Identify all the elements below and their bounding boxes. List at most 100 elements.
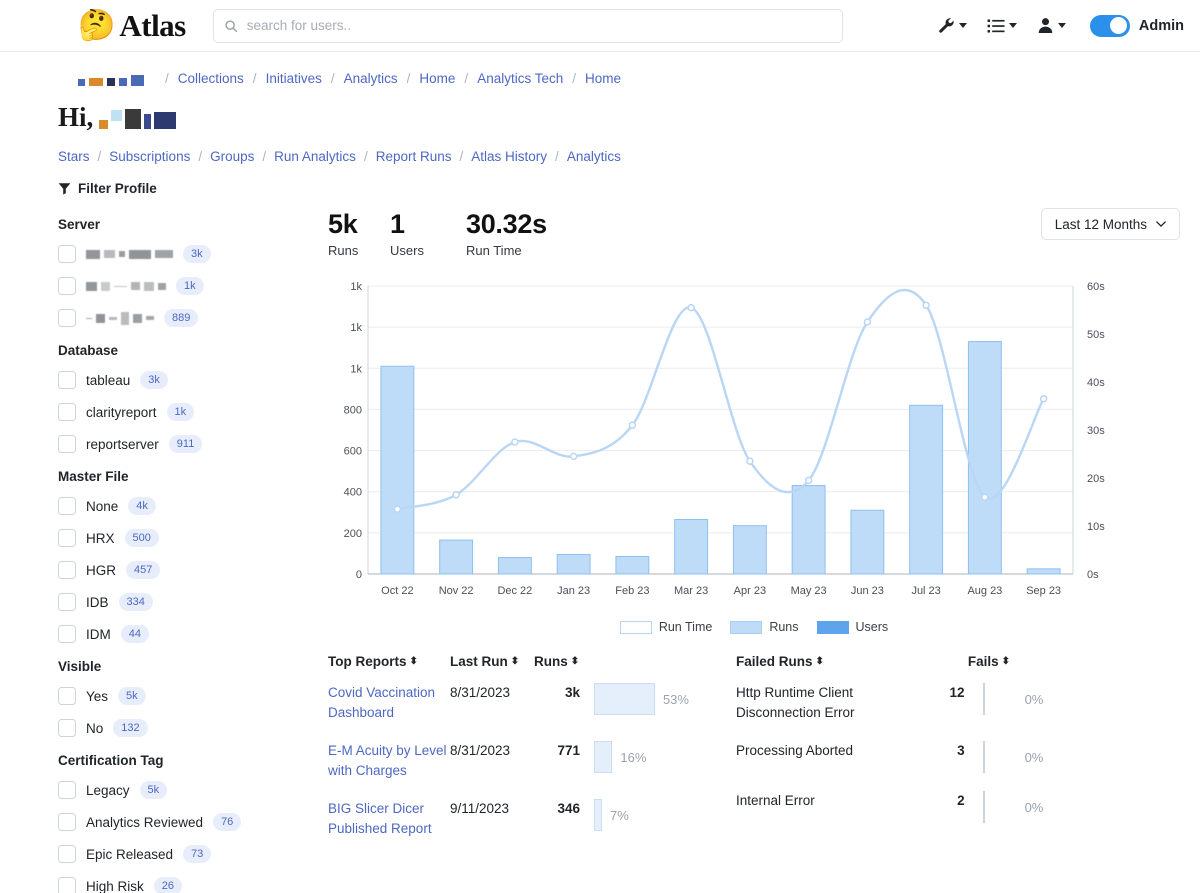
col-runs[interactable]: Runs ⬍: [534, 654, 580, 669]
stat-run-time: 30.32s Run Time: [466, 208, 626, 258]
chart-bar[interactable]: [733, 526, 766, 574]
chart-bar[interactable]: [440, 540, 473, 574]
col-fails[interactable]: Fails ⬍: [964, 654, 1010, 669]
filter-option[interactable]: 1k: [58, 270, 300, 302]
filter-checkbox[interactable]: [58, 529, 76, 547]
subnav-item-subscriptions[interactable]: Subscriptions: [109, 149, 190, 164]
chart-line-point[interactable]: [923, 302, 929, 308]
app-logo[interactable]: 🤔 Atlas: [78, 8, 186, 44]
report-name-link[interactable]: BIG Slicer Dicer Published Report: [328, 799, 450, 839]
filter-checkbox[interactable]: [58, 435, 76, 453]
subnav-item-report-runs[interactable]: Report Runs: [376, 149, 452, 164]
thinking-face-icon: 🤔: [78, 11, 115, 41]
breadcrumb-item-analytics[interactable]: Analytics: [344, 71, 398, 86]
chart-line-point[interactable]: [864, 319, 870, 325]
chevron-down-icon: [1009, 23, 1017, 28]
filter-checkbox[interactable]: [58, 719, 76, 737]
filter-checkbox[interactable]: [58, 687, 76, 705]
filter-option[interactable]: 3k: [58, 238, 300, 270]
filter-option[interactable]: Yes5k: [58, 680, 300, 712]
failed-runs-header-row: Failed Runs ⬍ Fails ⬍: [736, 654, 1066, 669]
chart-bar[interactable]: [498, 558, 531, 574]
breadcrumb-item-home[interactable]: Home: [585, 71, 621, 86]
breadcrumb-item-initiatives[interactable]: Initiatives: [266, 71, 322, 86]
chart-line-point[interactable]: [453, 492, 459, 498]
filter-option[interactable]: HRX500: [58, 522, 300, 554]
filter-checkbox[interactable]: [58, 561, 76, 579]
filter-checkbox[interactable]: [58, 781, 76, 799]
chart-bar[interactable]: [557, 554, 590, 574]
legend-item[interactable]: Users: [817, 620, 889, 634]
filter-option[interactable]: clarityreport1k: [58, 396, 300, 428]
search-input[interactable]: [247, 18, 832, 33]
subnav-item-run-analytics[interactable]: Run Analytics: [274, 149, 356, 164]
chart-bar[interactable]: [851, 510, 884, 574]
filter-checkbox[interactable]: [58, 245, 76, 263]
filter-checkbox[interactable]: [58, 497, 76, 515]
chart-line-point[interactable]: [806, 477, 812, 483]
filter-option[interactable]: None4k: [58, 490, 300, 522]
chart-line-point[interactable]: [512, 439, 518, 445]
breadcrumb-item-analytics-tech[interactable]: Analytics Tech: [477, 71, 563, 86]
chart-line-point[interactable]: [629, 422, 635, 428]
filter-count-badge: 334: [119, 593, 153, 611]
filter-option[interactable]: tableau3k: [58, 364, 300, 396]
chart-bar[interactable]: [910, 405, 943, 574]
subnav-item-atlas-history[interactable]: Atlas History: [471, 149, 547, 164]
admin-toggle[interactable]: [1090, 15, 1130, 37]
filter-checkbox[interactable]: [58, 593, 76, 611]
chart-line-point[interactable]: [982, 494, 988, 500]
breadcrumb-item-home[interactable]: Home: [419, 71, 455, 86]
filter-option[interactable]: HGR457: [58, 554, 300, 586]
list-menu-button[interactable]: [977, 11, 1027, 41]
subnav-item-groups[interactable]: Groups: [210, 149, 254, 164]
col-last-run[interactable]: Last Run ⬍: [450, 654, 534, 669]
report-name-link[interactable]: E-M Acuity by Level with Charges: [328, 741, 450, 781]
filter-option[interactable]: Legacy5k: [58, 774, 300, 806]
subnav-item-stars[interactable]: Stars: [58, 149, 90, 164]
filter-checkbox[interactable]: [58, 625, 76, 643]
chart-left-axis-tick: 1k: [350, 322, 362, 334]
filter-checkbox[interactable]: [58, 403, 76, 421]
filter-option[interactable]: Analytics Reviewed76: [58, 806, 300, 838]
chart-line-point[interactable]: [747, 458, 753, 464]
chart-bar[interactable]: [1027, 569, 1060, 574]
chart-bar[interactable]: [381, 366, 414, 574]
filter-checkbox[interactable]: [58, 877, 76, 893]
col-failed-runs[interactable]: Failed Runs ⬍: [736, 654, 964, 669]
filter-option[interactable]: IDB334: [58, 586, 300, 618]
filter-profile-toggle[interactable]: Filter Profile: [58, 181, 1200, 196]
chart-line-point[interactable]: [394, 506, 400, 512]
filter-option-label: clarityreport: [86, 405, 157, 420]
legend-item[interactable]: Run Time: [620, 620, 713, 634]
filter-option[interactable]: Epic Released73: [58, 838, 300, 870]
filter-option[interactable]: IDM44: [58, 618, 300, 650]
tools-menu-button[interactable]: [928, 11, 977, 40]
report-name-link[interactable]: Covid Vaccination Dashboard: [328, 683, 450, 723]
legend-item[interactable]: Runs: [730, 620, 798, 634]
filter-checkbox[interactable]: [58, 813, 76, 831]
chart-line-point[interactable]: [571, 453, 577, 459]
time-period-select[interactable]: Last 12 Months: [1041, 208, 1180, 240]
filter-option[interactable]: High Risk26: [58, 870, 300, 893]
filter-option[interactable]: reportserver911: [58, 428, 300, 460]
redacted-block: [125, 109, 141, 129]
chart-bar[interactable]: [616, 557, 649, 574]
col-top-reports[interactable]: Top Reports ⬍: [328, 654, 450, 669]
user-menu-button[interactable]: [1027, 11, 1076, 40]
breadcrumb-item-collections[interactable]: Collections: [178, 71, 244, 86]
filter-checkbox[interactable]: [58, 309, 76, 327]
subnav-item-analytics[interactable]: Analytics: [567, 149, 621, 164]
admin-toggle-group[interactable]: Admin: [1090, 15, 1184, 37]
filter-checkbox[interactable]: [58, 845, 76, 863]
chart-line-point[interactable]: [688, 305, 694, 311]
chart-bar[interactable]: [968, 342, 1001, 574]
filter-checkbox[interactable]: [58, 371, 76, 389]
search-box[interactable]: [213, 9, 843, 43]
filter-checkbox[interactable]: [58, 277, 76, 295]
chart-line-point[interactable]: [1041, 396, 1047, 402]
filter-option[interactable]: 889: [58, 302, 300, 334]
filter-option[interactable]: No132: [58, 712, 300, 744]
chart-bar[interactable]: [675, 519, 708, 574]
chart-bar[interactable]: [792, 486, 825, 574]
